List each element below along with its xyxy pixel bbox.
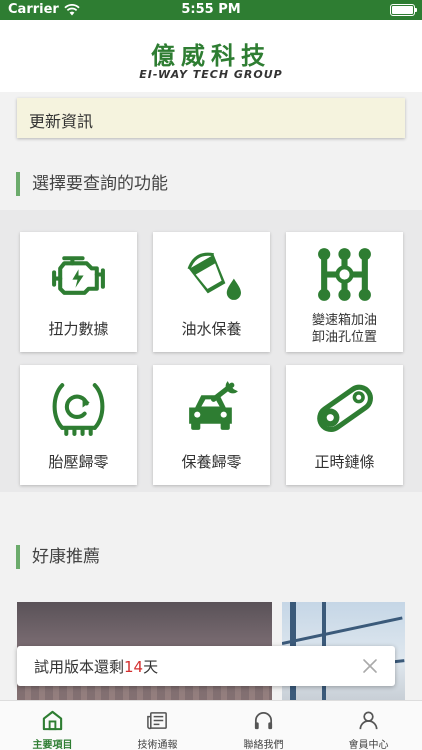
tab-member-center-label: 會員中心 xyxy=(348,740,389,750)
gearbox-oil-hole-tile[interactable]: 變速箱加油 卸油孔位置 xyxy=(286,232,403,352)
headset-icon xyxy=(254,712,273,730)
home-icon xyxy=(42,710,63,731)
tire-pressure-reset-label: 胎壓歸零 xyxy=(48,453,109,471)
tab-contact-us-label: 聯絡我們 xyxy=(243,740,284,750)
gear-shift-icon xyxy=(318,248,371,301)
status-bar: Carrier 5:55 PM xyxy=(0,0,422,20)
timing-chain-label: 正時鏈條 xyxy=(314,453,375,471)
app-header: 億威科技 EI-WAY TECH GROUP xyxy=(0,20,422,92)
tab-tech-bulletin-label: 技術通報 xyxy=(137,740,178,750)
trial-notice-message: 試用版本還剩14天 xyxy=(34,658,159,676)
timing-chain-tile[interactable]: 正時鏈條 xyxy=(286,365,403,485)
torque-data-tile[interactable]: 扭力數據 xyxy=(20,232,137,352)
car-wrench-icon xyxy=(189,381,238,430)
logo-english: EI-WAY TECH GROUP xyxy=(139,68,283,81)
user-icon xyxy=(359,711,378,730)
tab-main-items[interactable]: 主要項目 xyxy=(0,701,105,750)
promotions-section-title: 好康推薦 xyxy=(16,545,100,569)
gearbox-oil-hole-label: 變速箱加油 卸油孔位置 xyxy=(311,313,377,345)
close-icon[interactable] xyxy=(359,655,381,677)
tab-tech-bulletin[interactable]: 技術通報 xyxy=(105,701,210,750)
bottom-tab-bar: 主要項目 技術通報 聯絡我們 會員中心 xyxy=(0,700,422,750)
trial-notice-toast: 試用版本還剩14天 xyxy=(17,646,395,686)
tire-pressure-icon xyxy=(52,383,105,436)
maintenance-reset-label: 保養歸零 xyxy=(181,453,242,471)
timing-chain-icon xyxy=(317,384,373,432)
tab-member-center[interactable]: 會員中心 xyxy=(316,701,421,750)
tab-main-items-label: 主要項目 xyxy=(32,740,73,750)
trial-days-remaining: 14 xyxy=(124,658,144,676)
oil-bucket-icon xyxy=(187,252,241,300)
function-section-title: 選擇要查詢的功能 xyxy=(16,172,168,196)
battery-icon xyxy=(390,4,417,16)
engine-icon xyxy=(52,256,105,295)
maintenance-reset-tile[interactable]: 保養歸零 xyxy=(153,365,270,485)
logo-chinese: 億威科技 xyxy=(151,42,271,70)
tab-contact-us[interactable]: 聯絡我們 xyxy=(211,701,316,750)
oil-maintenance-tile[interactable]: 油水保養 xyxy=(153,232,270,352)
oil-maintenance-label: 油水保養 xyxy=(181,320,242,338)
update-news-bar[interactable]: 更新資訊 xyxy=(17,98,405,138)
news-icon xyxy=(147,712,167,730)
tire-pressure-reset-tile[interactable]: 胎壓歸零 xyxy=(20,365,137,485)
update-news-label: 更新資訊 xyxy=(29,112,94,131)
clock: 5:55 PM xyxy=(181,2,241,17)
torque-data-label: 扭力數據 xyxy=(48,320,109,338)
